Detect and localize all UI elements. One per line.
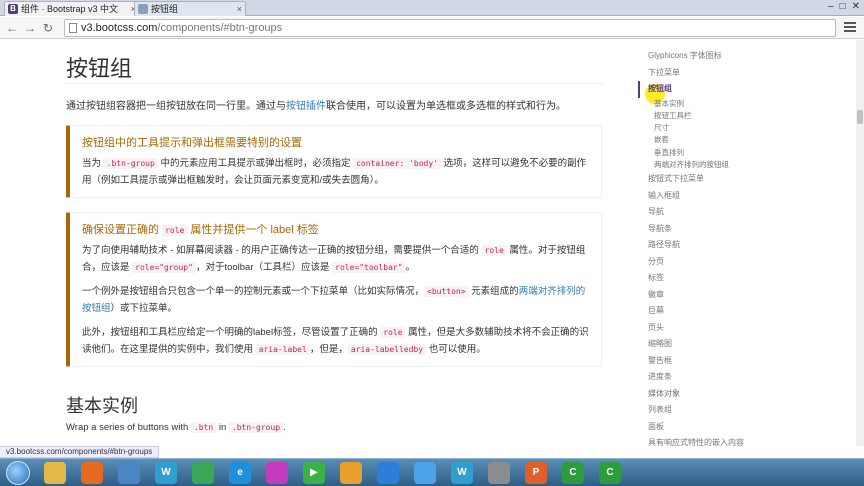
sidebar-item[interactable]: 进度条 xyxy=(638,369,858,386)
sidebar-item[interactable]: 面板 xyxy=(638,419,858,436)
close-tab-icon[interactable]: × xyxy=(237,2,242,16)
sidebar-item[interactable]: 巨幕 xyxy=(638,303,858,320)
menu-icon[interactable] xyxy=(844,22,856,34)
chrome-icon[interactable] xyxy=(192,462,214,484)
reload-icon[interactable]: ↻ xyxy=(40,20,56,36)
camtasia-icon-2[interactable]: C xyxy=(599,462,621,484)
window-controls: – □ ✕ xyxy=(828,1,860,12)
page-content: 按钮组 通过按钮组容器把一组按钮放在同一行里。通过与按钮插件联合使用，可以设置为… xyxy=(0,40,864,446)
button-plugin-link[interactable]: 按钮插件 xyxy=(286,101,326,112)
sidebar-item-active[interactable]: 按钮组 xyxy=(638,81,858,98)
sidebar-item[interactable]: 导航 xyxy=(638,204,858,221)
callout-heading: 确保设置正确的 role 属性并提供一个 label 标签 xyxy=(82,224,319,236)
page-favicon-icon xyxy=(138,4,148,14)
ppt-icon[interactable]: P xyxy=(525,462,547,484)
media-player-icon[interactable]: ▶ xyxy=(303,462,325,484)
sidebar-subitem[interactable]: 嵌套 xyxy=(638,134,858,146)
tab-title: 按钮组 xyxy=(151,4,179,14)
sidebar-item[interactable]: 媒体对象 xyxy=(638,386,858,403)
sidebar-subitem[interactable]: 尺寸 xyxy=(638,122,858,134)
page-title: 按钮组 xyxy=(66,56,133,81)
bootstrap-favicon-icon: B xyxy=(8,4,18,14)
sidebar-item[interactable]: 缩略图 xyxy=(638,336,858,353)
app-icon[interactable] xyxy=(118,462,140,484)
close-window-icon[interactable]: ✕ xyxy=(852,1,860,12)
camtasia-icon[interactable]: C xyxy=(562,462,584,484)
sidebar-nav: Glyphicons 字体图标 下拉菜单 按钮组 基本实例 按钮工具栏 尺寸 嵌套 垂直排列两… xyxy=(638,48,858,446)
section-text: Wrap a series of buttons with .btn in .b… xyxy=(66,422,286,433)
address-bar[interactable]: v3.bootcss.com/components/#btn-groups xyxy=(64,19,836,37)
tab-title: 组件 · Bootstrap v3 中文 xyxy=(21,4,119,14)
scrollbar[interactable] xyxy=(856,40,864,446)
sidebar-item[interactable]: 按钮式下拉菜单 xyxy=(638,171,858,188)
sidebar-item[interactable]: 分页 xyxy=(638,254,858,271)
sidebar-item[interactable]: 具有响应式特性的嵌入内容 xyxy=(638,435,858,446)
sidebar-item[interactable]: 导航条 xyxy=(638,221,858,238)
browser-toolbar: ← → ↻ v3.bootcss.com/components/#btn-gro… xyxy=(0,17,864,39)
sidebar-item[interactable]: 标签 xyxy=(638,270,858,287)
ie-icon[interactable]: e xyxy=(229,462,251,484)
callout-text: 一个例外是按钮组合只包含一个单一的控制元素或一个下拉菜单（比如实际情况， <but… xyxy=(82,286,586,314)
status-bar: v3.bootcss.com/components/#btn-groups xyxy=(0,446,160,458)
firefox-icon[interactable] xyxy=(81,462,103,484)
taskbar: We ▶ W P C C xyxy=(0,458,864,486)
sidebar-item[interactable]: 警告框 xyxy=(638,353,858,370)
callout-heading: 按钮组中的工具提示和弹出框需要特别的设置 xyxy=(82,137,302,149)
callout-role: 确保设置正确的 role 属性并提供一个 label 标签 为了向使用辅助技术 … xyxy=(66,212,602,367)
url-path: /components/#btn-groups xyxy=(157,22,283,34)
ws-icon[interactable]: W xyxy=(155,462,177,484)
sidebar-subitem[interactable]: 按钮工具栏 xyxy=(638,110,858,122)
picasa-icon[interactable] xyxy=(266,462,288,484)
tab-bootstrap[interactable]: B 组件 · Bootstrap v3 中文 × xyxy=(4,1,140,16)
url-host: v3.bootcss.com xyxy=(81,22,158,34)
sidebar-subitem[interactable]: 两端对齐排列的按钮组 xyxy=(638,159,858,171)
ws-icon-2[interactable]: W xyxy=(451,462,473,484)
sidebar-item[interactable]: 输入框组 xyxy=(638,188,858,205)
callout-text: 为了向使用辅助技术 - 如屏幕阅读器 - 的用户正确传达一正确的按钮分组，需要提… xyxy=(82,245,586,273)
page-icon xyxy=(69,23,77,33)
section-title: 基本实例 xyxy=(66,396,138,416)
back-icon[interactable]: ← xyxy=(4,20,20,36)
sidebar-subitem[interactable]: 基本实例 xyxy=(638,98,858,110)
drive-icon[interactable] xyxy=(488,462,510,484)
sidebar-item[interactable]: 徽章 xyxy=(638,287,858,304)
sidebar-item[interactable]: 路径导航 xyxy=(638,237,858,254)
tab-strip: B 组件 · Bootstrap v3 中文 × 按钮组 × – □ ✕ xyxy=(0,0,864,16)
minimize-icon[interactable]: – xyxy=(828,1,834,12)
callout-tooltips: 按钮组中的工具提示和弹出框需要特别的设置 当为 .btn-group 中的元素应… xyxy=(66,125,602,198)
sidebar-item[interactable]: 列表组 xyxy=(638,402,858,419)
sidebar-item[interactable]: 下拉菜单 xyxy=(638,65,858,82)
callout-text: 此外，按钮组和工具栏应给定一个明确的label标签，尽管设置了正确的 role … xyxy=(82,327,589,355)
lead-text: 通过按钮组容器把一组按钮放在同一行里。通过与按钮插件联合使用，可以设置为单选框或… xyxy=(66,101,566,112)
cloud-icon[interactable] xyxy=(414,462,436,484)
forward-icon[interactable]: → xyxy=(22,20,38,36)
scrollbar-thumb[interactable] xyxy=(857,110,863,124)
sidebar-item[interactable]: 页头 xyxy=(638,320,858,337)
tab-btn-group[interactable]: 按钮组 × xyxy=(134,1,246,16)
maximize-icon[interactable]: □ xyxy=(840,1,846,12)
notes-icon[interactable] xyxy=(377,462,399,484)
mail-icon[interactable] xyxy=(340,462,362,484)
sidebar-item[interactable]: Glyphicons 字体图标 xyxy=(638,48,858,65)
start-button[interactable] xyxy=(6,461,30,485)
callout-text: 当为 .btn-group 中的元素应用工具提示或弹出框时，必须指定 conta… xyxy=(82,158,587,186)
ie-folder-icon[interactable] xyxy=(44,462,66,484)
divider xyxy=(66,83,604,84)
sidebar-subitem[interactable]: 垂直排列 xyxy=(638,147,858,159)
